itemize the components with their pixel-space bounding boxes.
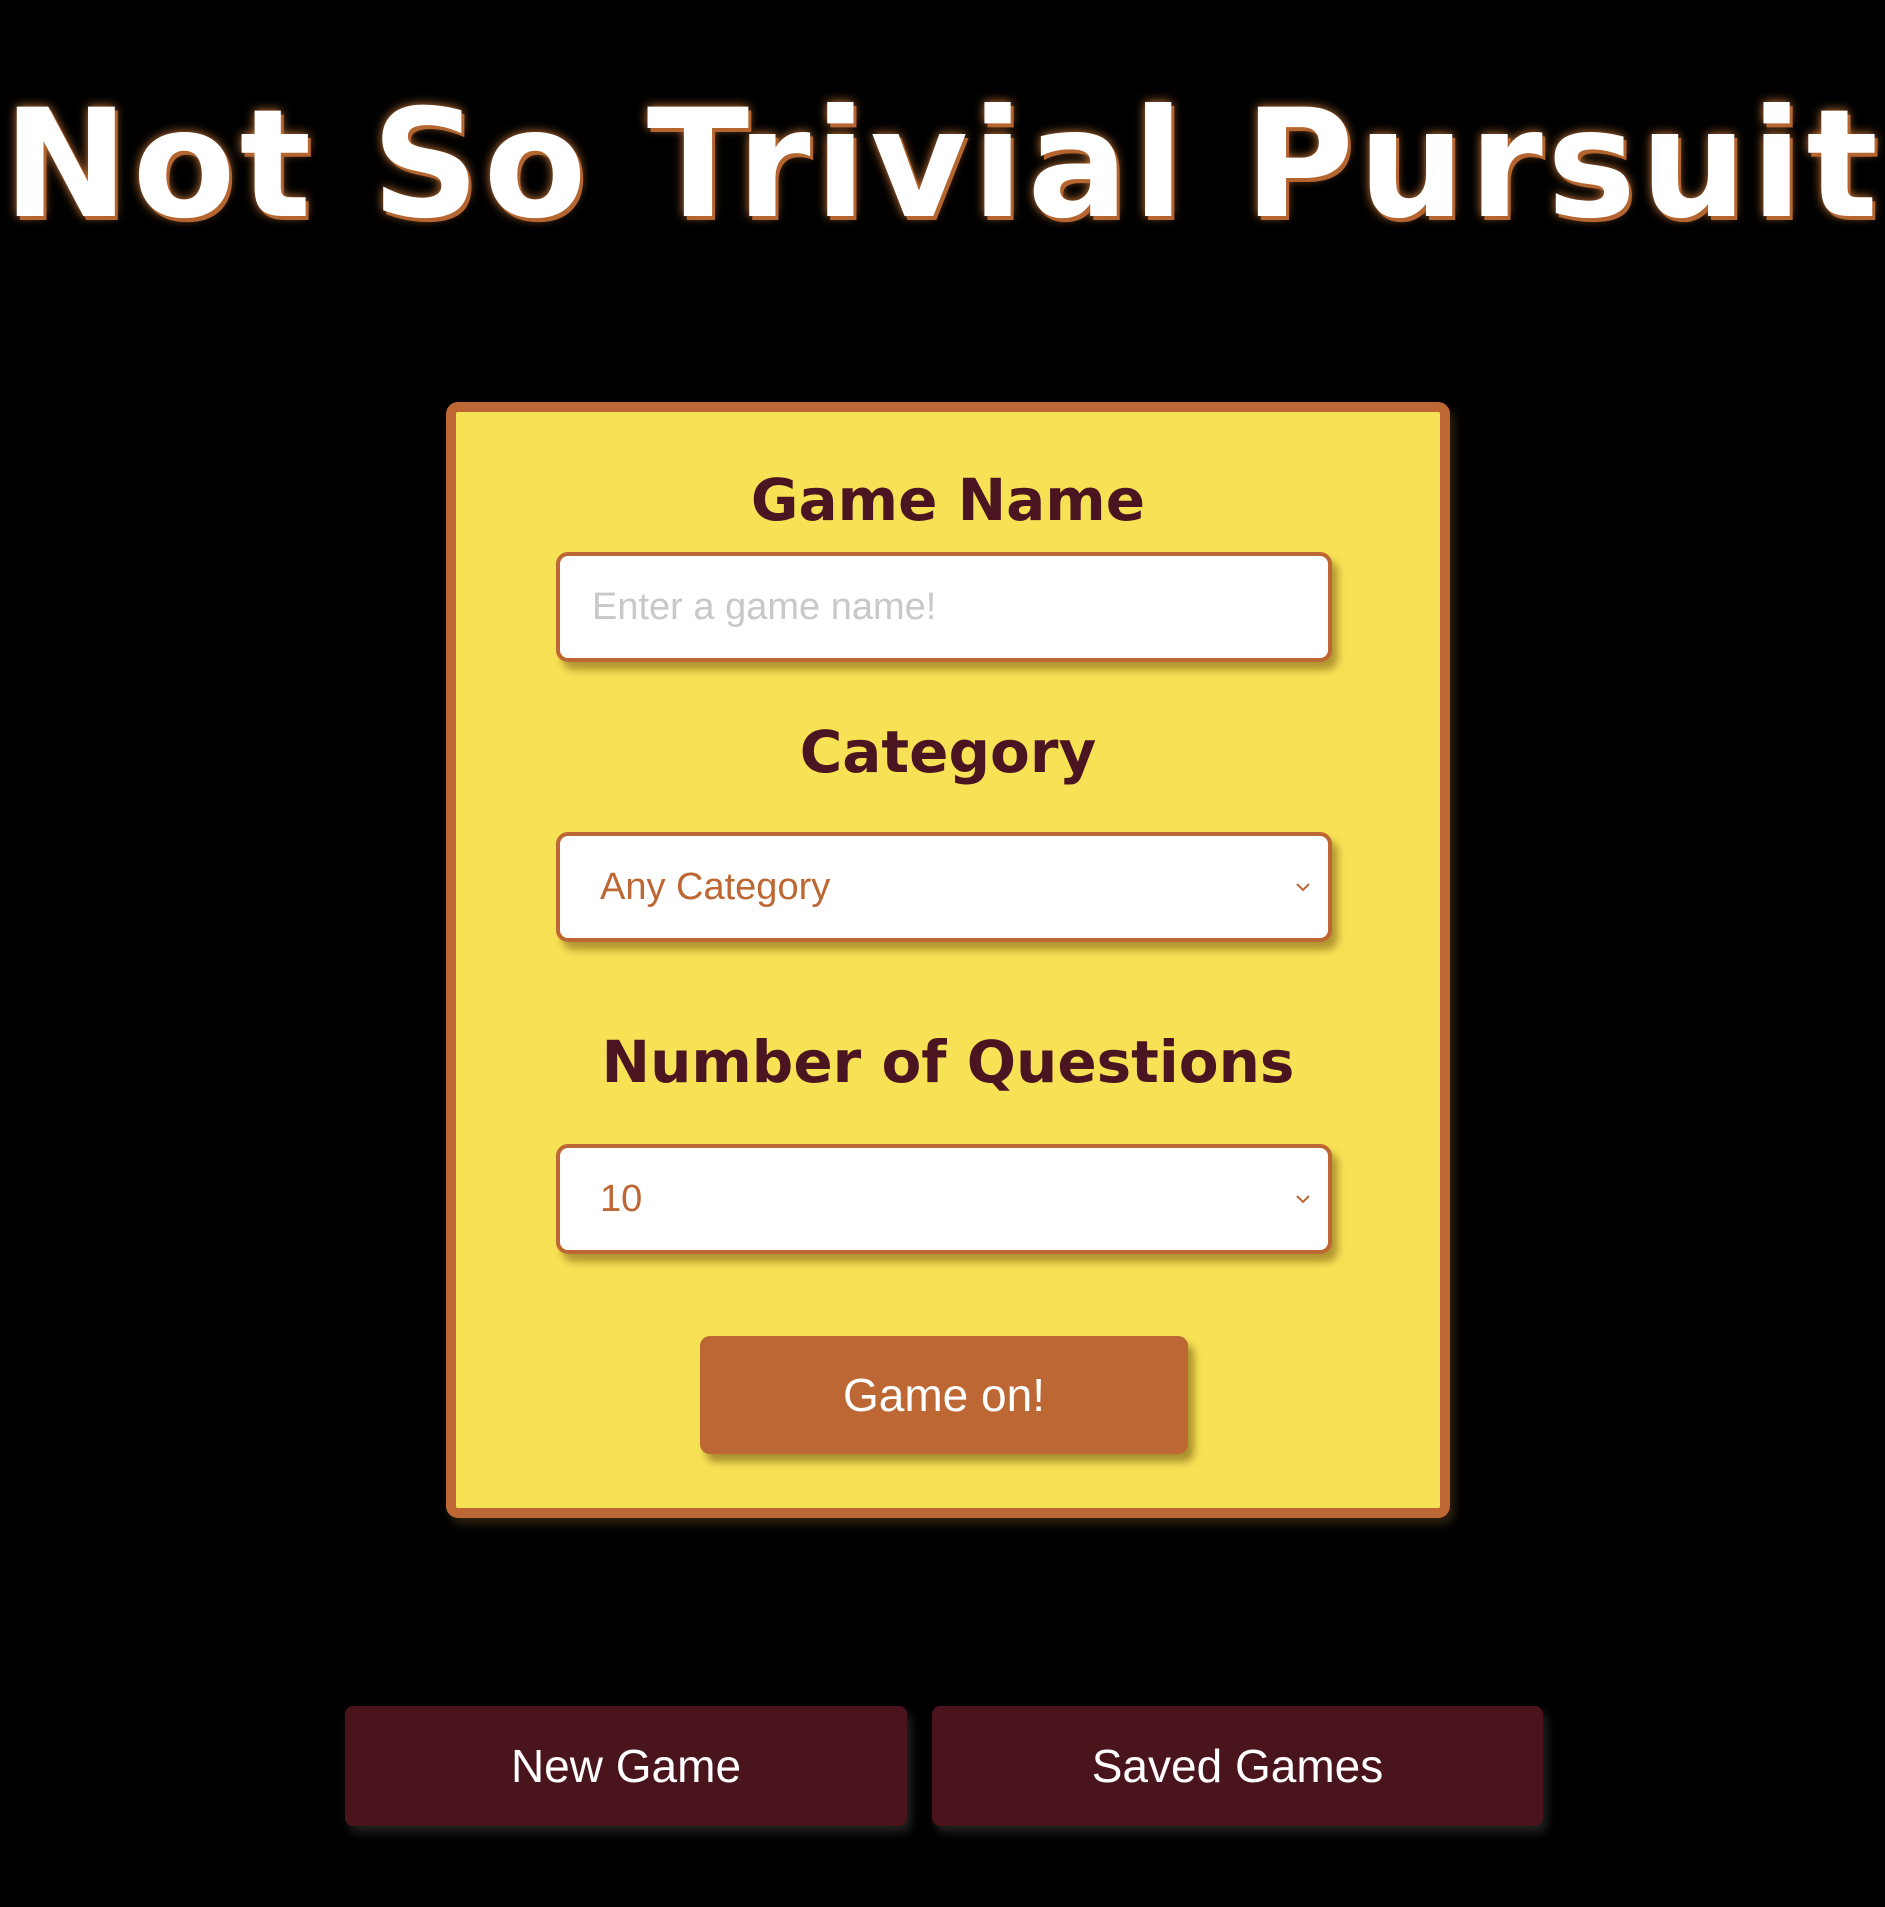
category-label: Category — [799, 718, 1097, 786]
question-count-label: Number of Questions — [601, 1028, 1295, 1096]
new-game-form: Game Name Category Any Category Number o… — [446, 402, 1450, 1518]
saved-games-button[interactable]: Saved Games — [932, 1706, 1543, 1826]
question-count-selected-value: 10 — [600, 1178, 643, 1220]
question-count-select[interactable]: 10 — [556, 1144, 1332, 1254]
app-title: Not So Trivial Pursuit — [3, 78, 1882, 252]
category-selected-value: Any Category — [600, 866, 831, 908]
game-name-field — [556, 552, 1332, 662]
game-on-button[interactable]: Game on! — [700, 1336, 1188, 1454]
chevron-down-icon — [1296, 1195, 1310, 1204]
chevron-down-icon — [1296, 883, 1310, 892]
game-name-input[interactable] — [560, 556, 1328, 658]
game-name-label: Game Name — [750, 466, 1146, 534]
category-select[interactable]: Any Category — [556, 832, 1332, 942]
new-game-button[interactable]: New Game — [345, 1706, 907, 1826]
